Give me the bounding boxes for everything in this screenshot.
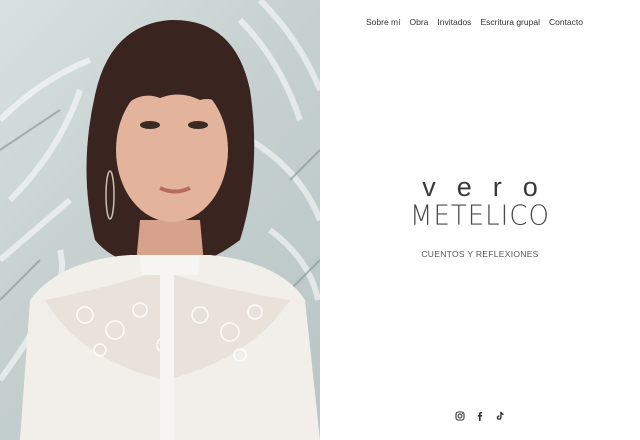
hero-panel: Sobre mí Obra Invitados Escritura grupal… [320,0,640,440]
nav-item-sobre-mi[interactable]: Sobre mí [366,17,401,27]
logo-line-metelico: METELICO [410,200,550,232]
instagram-icon[interactable] [455,411,465,421]
facebook-icon[interactable] [475,411,485,421]
nav-item-escritura-grupal[interactable]: Escritura grupal [480,17,540,27]
nav-item-contacto[interactable]: Contacto [549,17,583,27]
tiktok-icon[interactable] [495,411,505,421]
site-tagline: CUENTOS Y REFLEXIONES [421,249,539,259]
site-logo[interactable]: vero METELICO [320,172,640,232]
nav-item-obra[interactable]: Obra [410,17,429,27]
logo-line-vero: vero [422,172,559,202]
main-nav: Sobre mí Obra Invitados Escritura grupal… [366,17,614,27]
portrait-photo [0,0,320,440]
nav-item-invitados[interactable]: Invitados [437,17,471,27]
social-links [320,411,640,421]
